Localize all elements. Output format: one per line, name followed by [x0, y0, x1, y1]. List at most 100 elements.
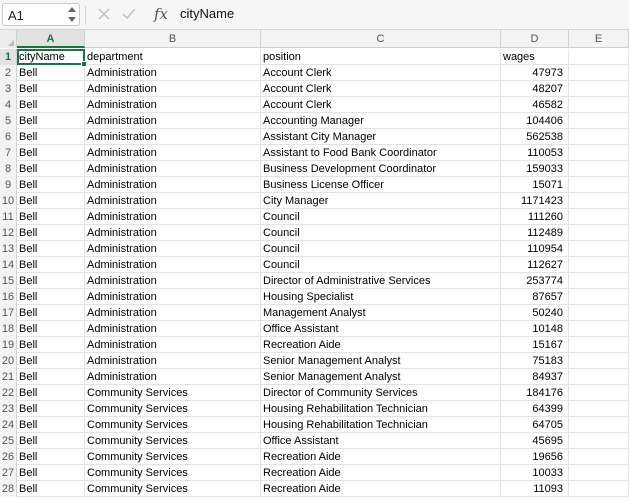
cell-d[interactable]: 47973: [501, 65, 569, 81]
cell-c[interactable]: Accounting Manager: [261, 113, 501, 129]
cell-d[interactable]: 112627: [501, 257, 569, 273]
row-header[interactable]: 16: [0, 289, 17, 305]
cell-a[interactable]: Bell: [17, 225, 85, 241]
row-header[interactable]: 10: [0, 193, 17, 209]
cell-d[interactable]: 110954: [501, 241, 569, 257]
cell-e[interactable]: [569, 401, 629, 417]
cell-e[interactable]: [569, 305, 629, 321]
row-header[interactable]: 11: [0, 209, 17, 225]
cell-e[interactable]: [569, 273, 629, 289]
cell-c[interactable]: Recreation Aide: [261, 449, 501, 465]
cell-a[interactable]: Bell: [17, 257, 85, 273]
cell-a[interactable]: Bell: [17, 97, 85, 113]
cell-b[interactable]: Community Services: [85, 385, 261, 401]
cell-c[interactable]: Council: [261, 257, 501, 273]
cell-d[interactable]: 1171423: [501, 193, 569, 209]
cell-e[interactable]: [569, 65, 629, 81]
row-header[interactable]: 26: [0, 449, 17, 465]
formula-input[interactable]: cityName: [180, 6, 620, 24]
row-header[interactable]: 20: [0, 353, 17, 369]
cell-b[interactable]: Community Services: [85, 401, 261, 417]
cell-d[interactable]: 253774: [501, 273, 569, 289]
cell-e[interactable]: [569, 417, 629, 433]
column-header-e[interactable]: E: [569, 30, 629, 48]
column-header-c[interactable]: C: [261, 30, 501, 48]
name-box[interactable]: A1: [2, 3, 80, 26]
cell-d[interactable]: wages: [501, 49, 569, 65]
row-header[interactable]: 23: [0, 401, 17, 417]
cell-a[interactable]: Bell: [17, 465, 85, 481]
cell-c[interactable]: position: [261, 49, 501, 65]
cell-c[interactable]: Housing Specialist: [261, 289, 501, 305]
cell-b[interactable]: Administration: [85, 289, 261, 305]
cell-c[interactable]: Assistant to Food Bank Coordinator: [261, 145, 501, 161]
row-header[interactable]: 22: [0, 385, 17, 401]
cell-a[interactable]: Bell: [17, 161, 85, 177]
cell-b[interactable]: Administration: [85, 209, 261, 225]
cell-e[interactable]: [569, 49, 629, 65]
row-header[interactable]: 27: [0, 465, 17, 481]
checkmark-icon[interactable]: [120, 4, 138, 24]
cell-e[interactable]: [569, 129, 629, 145]
cell-c[interactable]: Director of Administrative Services: [261, 273, 501, 289]
cell-a[interactable]: Bell: [17, 417, 85, 433]
row-header[interactable]: 8: [0, 161, 17, 177]
cell-b[interactable]: Community Services: [85, 481, 261, 497]
cell-d[interactable]: 11093: [501, 481, 569, 497]
cell-d[interactable]: 46582: [501, 97, 569, 113]
cell-c[interactable]: Recreation Aide: [261, 481, 501, 497]
cell-d[interactable]: 562538: [501, 129, 569, 145]
cell-b[interactable]: Administration: [85, 113, 261, 129]
cell-e[interactable]: [569, 113, 629, 129]
row-header[interactable]: 9: [0, 177, 17, 193]
cell-c[interactable]: Senior Management Analyst: [261, 353, 501, 369]
cell-e[interactable]: [569, 161, 629, 177]
cell-d[interactable]: 19656: [501, 449, 569, 465]
column-header-d[interactable]: D: [501, 30, 569, 48]
cell-c[interactable]: Business License Officer: [261, 177, 501, 193]
cell-d[interactable]: 64399: [501, 401, 569, 417]
cell-b[interactable]: Administration: [85, 177, 261, 193]
cell-b[interactable]: Administration: [85, 369, 261, 385]
cell-e[interactable]: [569, 81, 629, 97]
cell-b[interactable]: Administration: [85, 337, 261, 353]
row-header[interactable]: 4: [0, 97, 17, 113]
cell-e[interactable]: [569, 321, 629, 337]
row-header[interactable]: 14: [0, 257, 17, 273]
row-header[interactable]: 19: [0, 337, 17, 353]
cell-c[interactable]: Business Development Coordinator: [261, 161, 501, 177]
cell-a[interactable]: Bell: [17, 433, 85, 449]
cell-d[interactable]: 110053: [501, 145, 569, 161]
cell-c[interactable]: Management Analyst: [261, 305, 501, 321]
row-header[interactable]: 5: [0, 113, 17, 129]
cell-e[interactable]: [569, 369, 629, 385]
cell-a[interactable]: Bell: [17, 321, 85, 337]
cell-b[interactable]: Administration: [85, 321, 261, 337]
row-header[interactable]: 12: [0, 225, 17, 241]
row-header[interactable]: 3: [0, 81, 17, 97]
cell-e[interactable]: [569, 241, 629, 257]
cell-c[interactable]: Council: [261, 241, 501, 257]
cell-b[interactable]: Community Services: [85, 417, 261, 433]
cell-e[interactable]: [569, 481, 629, 497]
row-header[interactable]: 24: [0, 417, 17, 433]
cell-e[interactable]: [569, 209, 629, 225]
fx-icon[interactable]: fx: [152, 4, 170, 24]
cell-b[interactable]: Community Services: [85, 449, 261, 465]
row-header[interactable]: 28: [0, 481, 17, 497]
cell-d[interactable]: 15167: [501, 337, 569, 353]
cell-b[interactable]: Administration: [85, 273, 261, 289]
cell-d[interactable]: 50240: [501, 305, 569, 321]
cell-a[interactable]: Bell: [17, 209, 85, 225]
cell-b[interactable]: Administration: [85, 225, 261, 241]
cell-e[interactable]: [569, 465, 629, 481]
cell-e[interactable]: [569, 449, 629, 465]
cell-b[interactable]: Administration: [85, 129, 261, 145]
column-header-a[interactable]: A: [17, 30, 85, 48]
cell-d[interactable]: 112489: [501, 225, 569, 241]
cell-d[interactable]: 15071: [501, 177, 569, 193]
row-header[interactable]: 1: [0, 49, 17, 65]
cell-b[interactable]: Administration: [85, 97, 261, 113]
cell-c[interactable]: Recreation Aide: [261, 465, 501, 481]
cell-c[interactable]: Office Assistant: [261, 321, 501, 337]
